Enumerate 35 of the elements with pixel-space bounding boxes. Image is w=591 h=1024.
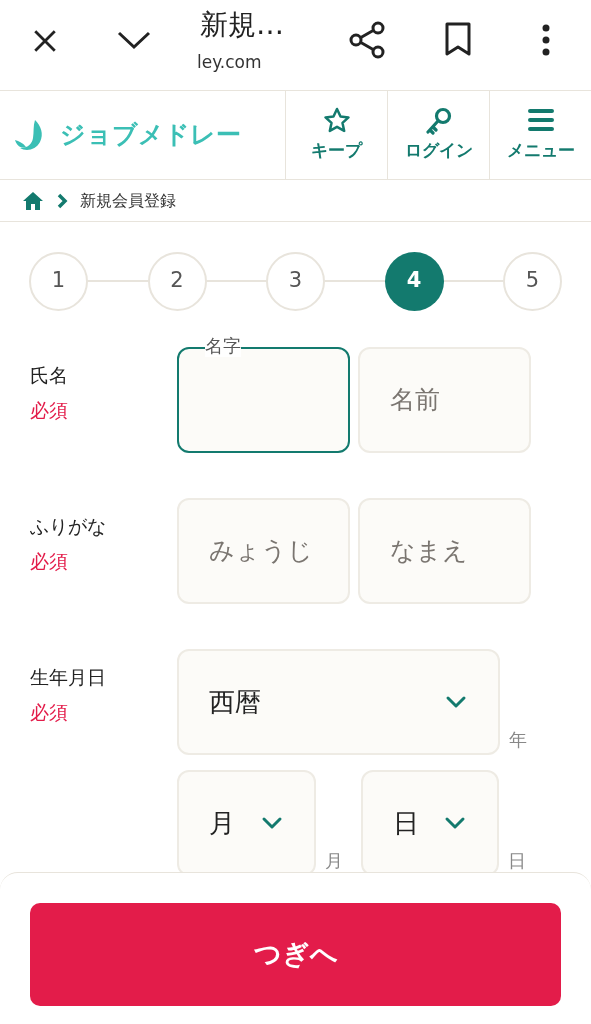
step-indicator: 5 xyxy=(503,251,562,311)
floating-label: 名字 xyxy=(205,335,241,357)
chevron-right-icon xyxy=(56,192,68,209)
unit-label: 月 xyxy=(325,849,343,873)
page-url: ley.com xyxy=(197,51,262,74)
required-label: 必須 xyxy=(30,548,69,574)
key-icon xyxy=(424,106,453,135)
home-icon[interactable] xyxy=(22,190,44,211)
unit-label: 年 xyxy=(509,728,527,752)
star-icon xyxy=(322,106,351,135)
required-label: 必須 xyxy=(30,397,69,423)
field-label: 氏名 xyxy=(30,363,69,388)
placeholder-text: みょうじ xyxy=(209,535,313,568)
step-indicator: 3 xyxy=(266,251,325,311)
next-button[interactable]: つぎへ xyxy=(30,903,561,1006)
step-indicator: 2 xyxy=(147,251,207,311)
placeholder-text: 名前 xyxy=(390,384,440,417)
nav-button[interactable]: キープ xyxy=(285,91,387,179)
chevron-down-icon[interactable] xyxy=(117,30,151,50)
share-icon[interactable] xyxy=(349,21,385,59)
field-label: 生年月日 xyxy=(30,665,107,690)
required-label: 必須 xyxy=(30,699,69,725)
close-icon[interactable] xyxy=(32,28,58,54)
page-title: 新規… xyxy=(200,7,284,43)
step-indicator: 4 xyxy=(384,251,444,311)
era-select[interactable]: 西暦 xyxy=(177,649,500,755)
step-indicator: 1 xyxy=(29,251,88,311)
nav-button[interactable]: ログイン xyxy=(387,91,489,179)
placeholder-text: なまえ xyxy=(390,535,468,568)
more-icon[interactable] xyxy=(540,24,552,56)
bookmark-icon[interactable] xyxy=(445,22,471,56)
nav-button[interactable]: メニュー xyxy=(489,91,591,179)
breadcrumb-current: 新規会員登録 xyxy=(80,189,176,212)
field-label: ふりがな xyxy=(30,514,107,539)
unit-label: 日 xyxy=(508,849,526,873)
